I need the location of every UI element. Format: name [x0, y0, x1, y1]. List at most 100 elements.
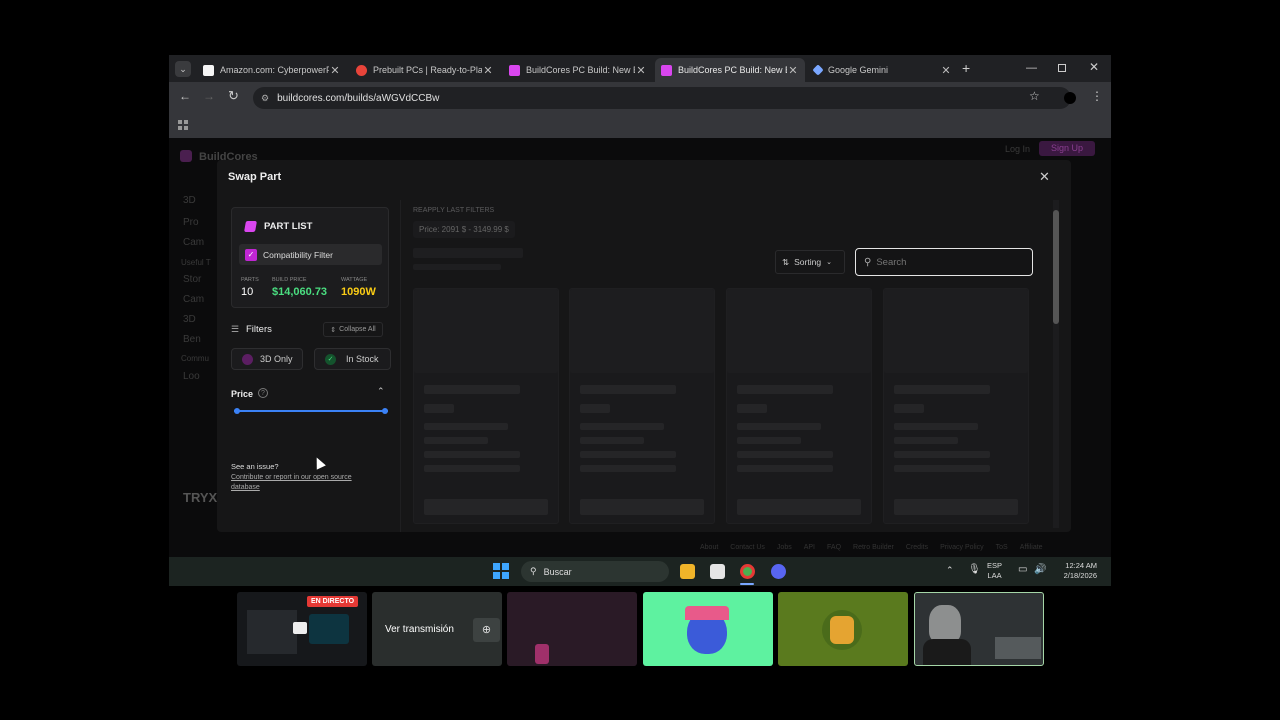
buildcores-logo-icon	[244, 221, 257, 232]
bg-nav-item[interactable]: Stor	[183, 274, 201, 285]
footer-link[interactable]: Retro Builder	[853, 544, 894, 554]
search-input[interactable]	[876, 256, 1017, 268]
buildcores-favicon-icon	[509, 64, 520, 76]
microsoft-store-icon[interactable]	[710, 564, 725, 579]
stream-thumbnails: EN DIRECTO Ver transmisión ⊕	[0, 590, 1280, 670]
skeleton-line	[580, 385, 676, 394]
skeleton-line	[580, 437, 644, 444]
avatar-thumbnail[interactable]	[643, 592, 773, 666]
webcam-thumbnail[interactable]	[914, 592, 1044, 666]
taskbar-search[interactable]: ⚲ Buscar	[521, 561, 669, 582]
fullscreen-icon[interactable]: ⊕	[473, 618, 500, 642]
skeleton-line	[737, 423, 821, 430]
stream-thumbnail[interactable]	[507, 592, 637, 666]
back-icon[interactable]: ←	[179, 89, 191, 103]
tab-amazon[interactable]: Amazon.com: CyberpowerP ✕	[197, 58, 347, 82]
bg-nav-item[interactable]: 3D	[183, 195, 196, 206]
new-tab-icon[interactable]: +	[962, 61, 976, 75]
close-tab-icon[interactable]: ✕	[787, 64, 799, 77]
forward-icon[interactable]: →	[203, 89, 215, 103]
profile-avatar[interactable]	[1064, 92, 1076, 104]
compatibility-filter-toggle[interactable]: ✓ Compatibility Filter	[239, 244, 382, 265]
chevron-up-icon[interactable]: ⌃	[946, 565, 954, 576]
address-bar[interactable]: ⚙ buildcores.com/builds/aWGVdCCBw	[253, 87, 1071, 109]
network-icon[interactable]: ▭	[1018, 564, 1027, 575]
skeleton-button	[737, 499, 861, 515]
taskbar-search-label: Buscar	[543, 566, 572, 577]
language-indicator[interactable]: ESP LAA	[987, 561, 1002, 581]
footer-link[interactable]: FAQ	[827, 544, 841, 554]
slider-max-handle[interactable]	[382, 408, 388, 414]
scrollbar-thumb[interactable]	[1053, 210, 1059, 324]
footer-link[interactable]: Contact Us	[730, 544, 765, 554]
slider-min-handle[interactable]	[234, 408, 240, 414]
compatibility-filter-label: Compatibility Filter	[263, 249, 333, 260]
modal-scrollbar[interactable]	[1053, 200, 1059, 528]
site-info-icon[interactable]: ⚙	[261, 93, 269, 104]
footer-link[interactable]: Affiliate	[1020, 544, 1043, 554]
tab-buildcores-2[interactable]: BuildCores PC Build: New Bu ✕	[655, 58, 805, 82]
apps-grid-icon[interactable]	[178, 120, 188, 130]
open-source-link[interactable]: Contribute or report in our open source …	[231, 473, 381, 493]
watch-stream-thumbnail[interactable]: Ver transmisión ⊕	[372, 592, 502, 666]
price-filter-chip[interactable]: Price: 2091 $ - 3149.99 $	[413, 221, 515, 238]
bg-nav-item[interactable]: Ben	[183, 334, 201, 345]
close-tab-icon[interactable]: ✕	[635, 64, 647, 77]
product-card-skeleton	[726, 288, 872, 524]
discord-icon[interactable]	[771, 564, 786, 579]
bg-nav-item[interactable]: Cam	[183, 237, 204, 248]
bg-nav-item[interactable]: Loo	[183, 371, 200, 382]
price-range-slider[interactable]	[234, 408, 388, 414]
close-modal-icon[interactable]: ✕	[1039, 169, 1050, 185]
close-window-icon[interactable]: ✕	[1089, 60, 1099, 74]
bg-nav-item[interactable]: 3D	[183, 314, 196, 325]
active-app-indicator	[740, 583, 754, 585]
volume-icon[interactable]: 🔊	[1034, 564, 1046, 575]
in-stock-filter[interactable]: ✓ In Stock	[314, 348, 391, 370]
url-text: buildcores.com/builds/aWGVdCCBw	[277, 92, 440, 104]
close-tab-icon[interactable]: ✕	[329, 64, 341, 77]
close-tab-icon[interactable]: ✕	[940, 64, 952, 77]
watch-stream-label: Ver transmisión	[385, 624, 454, 635]
stream-thumbnail[interactable]: EN DIRECTO	[237, 592, 367, 666]
bg-nav-item[interactable]: Pro	[183, 217, 199, 228]
skeleton-line	[580, 404, 610, 413]
tab-search-button[interactable]: ⌄	[175, 61, 191, 77]
maximize-icon[interactable]	[1058, 64, 1066, 72]
reapply-filters-label[interactable]: REAPPLY LAST FILTERS	[413, 207, 494, 214]
bg-nav-item[interactable]: Cam	[183, 294, 204, 305]
footer-link[interactable]: About	[700, 544, 718, 554]
footer-link[interactable]: Jobs	[777, 544, 792, 554]
skeleton-line	[894, 451, 990, 458]
login-link[interactable]: Log In	[1005, 144, 1030, 154]
reload-icon[interactable]: ↻	[228, 88, 239, 104]
help-icon[interactable]: ?	[258, 388, 268, 398]
menu-kebab-icon[interactable]: ⋮	[1091, 89, 1103, 103]
sorting-dropdown[interactable]: ⇅ Sorting ⌄	[775, 250, 845, 274]
minimize-icon[interactable]: —	[1026, 62, 1037, 74]
clock[interactable]: 12:24 AM 2/18/2026	[1049, 561, 1097, 581]
windows-start-icon[interactable]	[493, 563, 509, 579]
file-explorer-icon[interactable]	[680, 564, 695, 579]
tab-buildcores-1[interactable]: BuildCores PC Build: New Bu ✕	[503, 58, 653, 82]
chevron-up-icon[interactable]: ⌃	[377, 386, 385, 397]
product-card-skeleton	[413, 288, 559, 524]
tab-gemini[interactable]: Google Gemini ✕	[808, 58, 958, 82]
footer-link[interactable]: API	[804, 544, 815, 554]
3d-only-filter[interactable]: 3D Only	[231, 348, 303, 370]
avatar-thumbnail[interactable]	[778, 592, 908, 666]
footer-link[interactable]: Privacy Policy	[940, 544, 984, 554]
bookmark-star-icon[interactable]: ☆	[1029, 89, 1040, 103]
footer-link[interactable]: ToS	[996, 544, 1008, 554]
microphone-icon[interactable]: 🎙	[968, 564, 981, 575]
footer-link[interactable]: Credits	[906, 544, 928, 554]
close-tab-icon[interactable]: ✕	[482, 64, 494, 77]
chevron-down-icon: ⌄	[826, 259, 832, 266]
signup-button[interactable]: Sign Up	[1039, 141, 1095, 156]
filters-icon: ☰	[231, 324, 240, 334]
search-field[interactable]: ⚲	[855, 248, 1033, 276]
collapse-all-button[interactable]: ⇕ Collapse All	[323, 322, 383, 337]
stat-value: 1090W	[341, 286, 376, 298]
tab-prebuilt[interactable]: Prebuilt PCs | Ready-to-Play ✕	[350, 58, 500, 82]
chrome-icon[interactable]	[740, 564, 755, 579]
